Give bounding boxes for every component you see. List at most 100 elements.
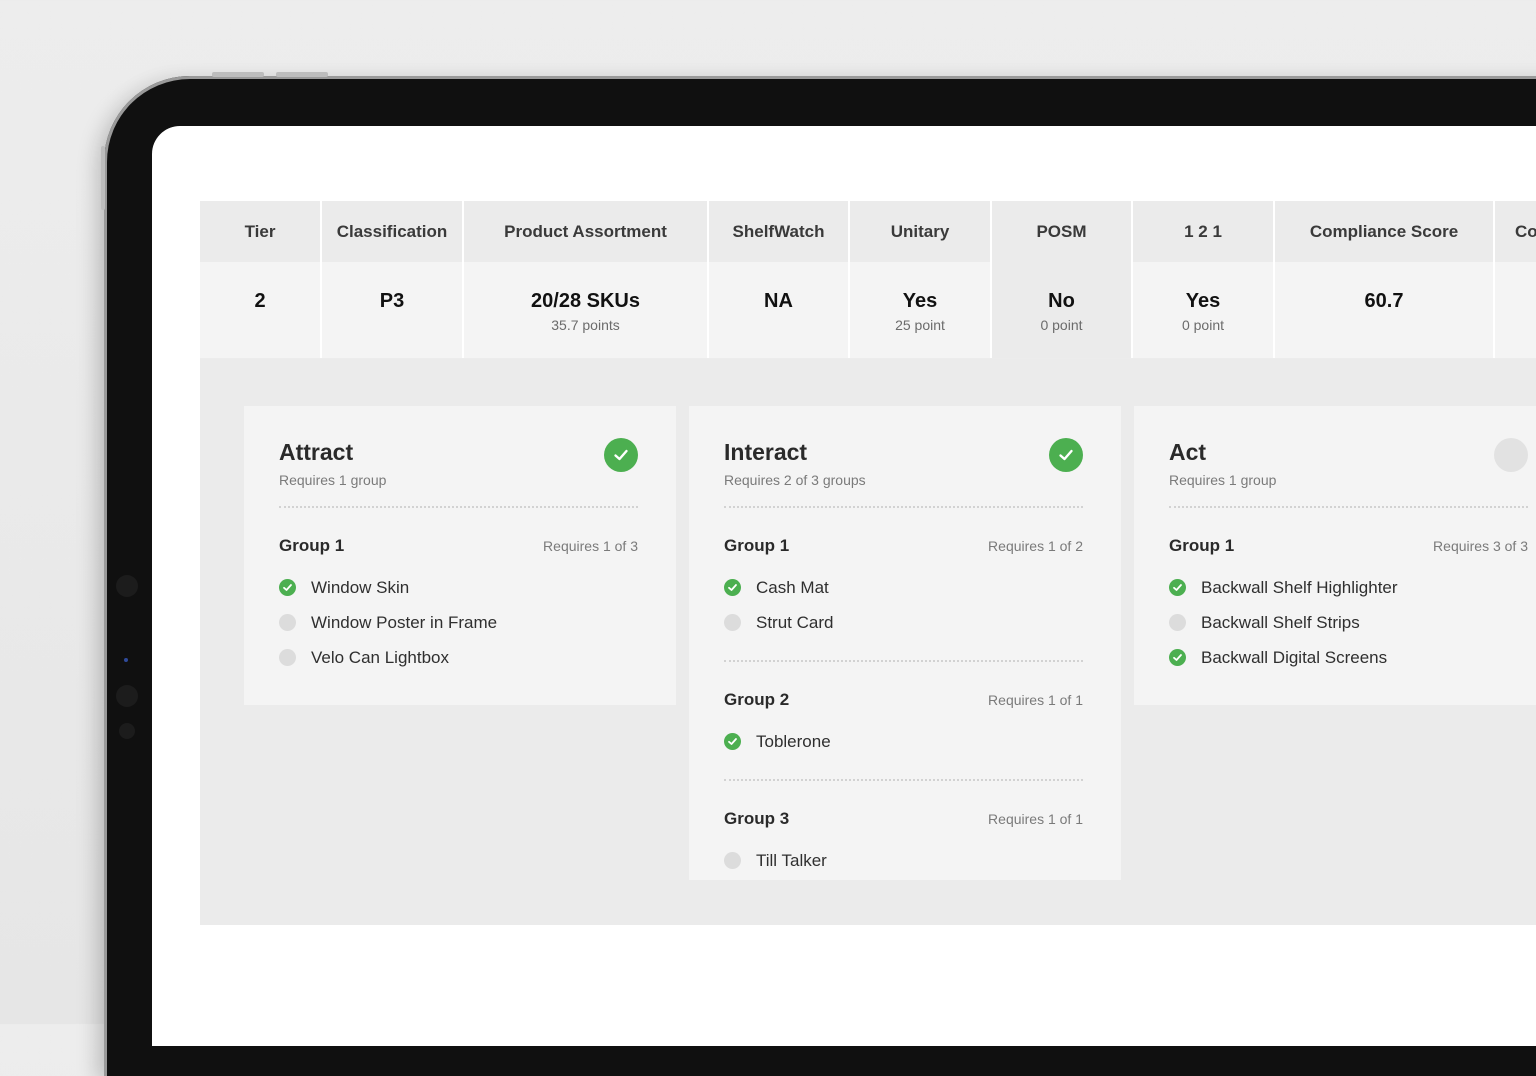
value-truncated: [1495, 262, 1536, 358]
value-main: P3: [379, 290, 405, 312]
item-label: Backwall Shelf Strips: [1201, 612, 1360, 632]
list-item[interactable]: Window Skin: [279, 570, 638, 605]
header-truncated[interactable]: Co: [1495, 201, 1536, 262]
item-label: Cash Mat: [756, 577, 829, 597]
group-title: Group 1: [724, 536, 790, 555]
group: Group 1 Requires 3 of 3 Backwall Shelf H…: [1169, 508, 1528, 675]
group-header: Group 3 Requires 1 of 1: [724, 809, 1083, 829]
grey-dot-icon: [1169, 614, 1186, 631]
group-requirement: Requires 1 of 1: [988, 811, 1083, 827]
group-header: Group 1 Requires 1 of 3: [279, 536, 638, 556]
group-requirement: Requires 3 of 3: [1433, 538, 1528, 554]
card-subtitle: Requires 1 group: [279, 472, 387, 488]
value-main: No: [1048, 290, 1075, 312]
check-dot-icon: [724, 579, 741, 596]
card-interact: Interact Requires 2 of 3 groups Group 1 …: [689, 406, 1121, 880]
value-shelfwatch[interactable]: NA: [709, 262, 850, 358]
value-sub: 35.7 points: [551, 317, 620, 333]
item-label: Strut Card: [756, 612, 834, 632]
header-compliance-score[interactable]: Compliance Score: [1275, 201, 1495, 262]
check-circle-icon: [604, 438, 638, 472]
list-item[interactable]: Till Talker: [724, 843, 1083, 878]
value-tier[interactable]: 2: [200, 262, 322, 358]
value-compliance-score[interactable]: 60.7: [1275, 262, 1495, 358]
summary-values-row: 2 P3 20/28 SKUs 35.7 points NA Yes 25 po…: [200, 262, 1536, 359]
item-label: Backwall Shelf Highlighter: [1201, 577, 1398, 597]
group-requirement: Requires 1 of 2: [988, 538, 1083, 554]
list-item[interactable]: Window Poster in Frame: [279, 605, 638, 640]
group: Group 2 Requires 1 of 1 Toblerone: [724, 660, 1083, 759]
check-dot-icon: [724, 733, 741, 750]
group: Group 1 Requires 1 of 3 Window Skin Wind…: [279, 508, 638, 675]
value-posm[interactable]: No 0 point: [992, 262, 1133, 358]
sensor-dot: [116, 575, 138, 597]
summary-table: Tier Classification Product Assortment S…: [200, 201, 1536, 359]
group-requirement: Requires 1 of 1: [988, 692, 1083, 708]
check-dot-icon: [279, 579, 296, 596]
header-1-2-1[interactable]: 1 2 1: [1133, 201, 1275, 262]
group-header: Group 2 Requires 1 of 1: [724, 690, 1083, 710]
summary-header-row: Tier Classification Product Assortment S…: [200, 201, 1536, 262]
value-1-2-1[interactable]: Yes 0 point: [1133, 262, 1275, 358]
tablet-screen: Tier Classification Product Assortment S…: [152, 126, 1536, 1046]
group-title: Group 3: [724, 809, 790, 828]
card-subtitle: Requires 1 group: [1169, 472, 1277, 488]
volume-button: [276, 72, 328, 77]
header-shelfwatch[interactable]: ShelfWatch: [709, 201, 850, 262]
group-header: Group 1 Requires 1 of 2: [724, 536, 1083, 556]
header-unitary[interactable]: Unitary: [850, 201, 992, 262]
list-item[interactable]: Backwall Digital Screens: [1169, 640, 1528, 675]
value-main: 60.7: [1364, 290, 1404, 312]
list-item[interactable]: Strut Card: [724, 605, 1083, 640]
check-circle-icon: [1049, 438, 1083, 472]
value-main: Yes: [1185, 290, 1221, 312]
list-item[interactable]: Backwall Shelf Strips: [1169, 605, 1528, 640]
header-tier[interactable]: Tier: [200, 201, 322, 262]
grey-dot-icon: [724, 614, 741, 631]
group-title: Group 1: [1169, 536, 1235, 555]
value-main: Yes: [902, 290, 938, 312]
value-classification[interactable]: P3: [322, 262, 464, 358]
card-title: Interact: [724, 439, 808, 465]
card-title: Act: [1169, 439, 1207, 465]
value-main: NA: [764, 290, 793, 312]
item-label: Till Talker: [756, 850, 827, 870]
sensor-dot: [119, 723, 135, 739]
value-unitary[interactable]: Yes 25 point: [850, 262, 992, 358]
item-label: Velo Can Lightbox: [311, 647, 449, 667]
empty-circle-icon: [1494, 438, 1528, 472]
value-main: 20/28 SKUs: [531, 290, 640, 312]
value-sub: 0 point: [1181, 317, 1225, 333]
value-sub: 25 point: [895, 317, 945, 333]
header-posm[interactable]: POSM: [992, 201, 1133, 262]
value-product-assortment[interactable]: 20/28 SKUs 35.7 points: [464, 262, 709, 358]
grey-dot-icon: [279, 614, 296, 631]
header-product-assortment[interactable]: Product Assortment: [464, 201, 709, 262]
posm-detail-panel: Attract Requires 1 group Group 1 Require…: [200, 359, 1536, 925]
header-classification[interactable]: Classification: [322, 201, 464, 262]
group-header: Group 1 Requires 3 of 3: [1169, 536, 1528, 556]
card-header: Attract Requires 1 group: [279, 438, 638, 508]
item-label: Toblerone: [756, 731, 831, 751]
grey-dot-icon: [724, 852, 741, 869]
check-dot-icon: [1169, 579, 1186, 596]
list-item[interactable]: Cash Mat: [724, 570, 1083, 605]
item-label: Window Skin: [311, 577, 410, 597]
item-label: Backwall Digital Screens: [1201, 647, 1388, 667]
card-header: Act Requires 1 group: [1169, 438, 1528, 508]
list-item[interactable]: Velo Can Lightbox: [279, 640, 638, 675]
card-subtitle: Requires 2 of 3 groups: [724, 472, 866, 488]
card-act: Act Requires 1 group Group 1 Requires 3 …: [1134, 406, 1536, 705]
card-title: Attract: [279, 439, 354, 465]
item-label: Window Poster in Frame: [311, 612, 498, 632]
sensor-dot: [116, 685, 138, 707]
list-item[interactable]: Backwall Shelf Highlighter: [1169, 570, 1528, 605]
check-dot-icon: [1169, 649, 1186, 666]
list-item[interactable]: Toblerone: [724, 724, 1083, 759]
value-sub: 0 point: [1040, 317, 1083, 333]
group-title: Group 1: [279, 536, 345, 555]
grey-dot-icon: [279, 649, 296, 666]
card-header: Interact Requires 2 of 3 groups: [724, 438, 1083, 508]
group-requirement: Requires 1 of 3: [543, 538, 638, 554]
group-title: Group 2: [724, 690, 790, 709]
